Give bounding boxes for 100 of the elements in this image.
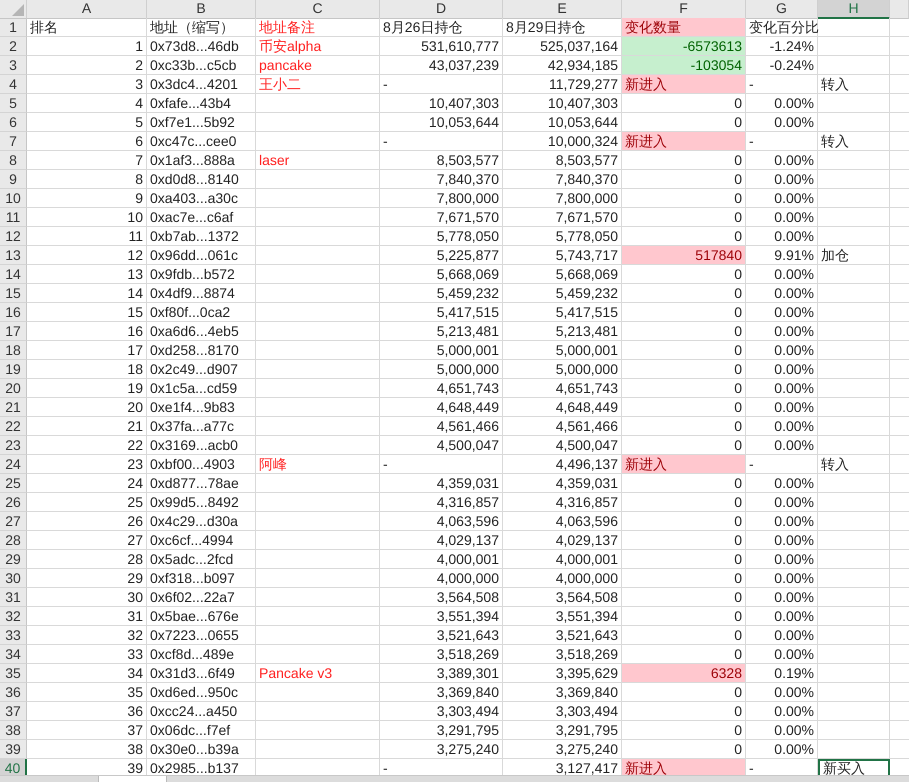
table-cell: 26 [27,512,147,531]
row-header[interactable]: 19 [0,360,27,379]
row-header[interactable]: 18 [0,341,27,360]
row-header[interactable]: 24 [0,455,27,474]
row-header[interactable]: 32 [0,607,27,626]
table-cell: 0 [622,151,746,170]
row-header[interactable]: 26 [0,493,27,512]
row-header[interactable]: 25 [0,474,27,493]
column-header[interactable] [890,0,909,19]
table-cell: 38 [27,740,147,759]
select-all-triangle-icon[interactable] [12,4,24,16]
table-cell[interactable]: 加仓 [818,246,890,265]
table-cell: 0x1af3...888a [147,151,256,170]
table-cell: 22 [27,436,147,455]
table-cell: 3,389,301 [380,664,503,683]
row-header[interactable]: 20 [0,379,27,398]
table-cell: 0.00% [746,550,818,569]
table-cell: - [746,75,818,94]
empty-cell [818,645,890,664]
row-header[interactable]: 39 [0,740,27,759]
row-header[interactable]: 13 [0,246,27,265]
table-cell: 0x73d8...46db [147,37,256,56]
table-cell: 3,564,508 [503,588,622,607]
column-header[interactable]: H [818,0,890,19]
table-cell: 0xe1f4...9b83 [147,398,256,417]
sheet-tab[interactable] [98,776,167,782]
row-header[interactable]: 1 [0,18,27,37]
table-cell: 4,000,001 [380,550,503,569]
table-cell: 0 [622,170,746,189]
row-header[interactable]: 7 [0,132,27,151]
table-cell: 0 [622,607,746,626]
table-cell: 14 [27,284,147,303]
row-header[interactable]: 10 [0,189,27,208]
row-header[interactable]: 6 [0,113,27,132]
table-cell: 0 [622,493,746,512]
row-header[interactable]: 22 [0,417,27,436]
column-header[interactable]: D [380,0,503,19]
table-cell[interactable]: 转入 [818,455,890,474]
row-header[interactable]: 5 [0,94,27,113]
column-header[interactable]: A [27,0,147,19]
row-header[interactable]: 34 [0,645,27,664]
empty-cell [818,512,890,531]
empty-cell [818,94,890,113]
table-cell: 3,518,269 [503,645,622,664]
table-cell: 5,213,481 [380,322,503,341]
row-header[interactable]: 31 [0,588,27,607]
row-header[interactable]: 12 [0,227,27,246]
row-header[interactable]: 27 [0,512,27,531]
row-header[interactable]: 4 [0,75,27,94]
row-header[interactable]: 11 [0,208,27,227]
row-header[interactable]: 35 [0,664,27,683]
empty-cell [818,493,890,512]
table-cell: 7,800,000 [503,189,622,208]
row-header[interactable]: 15 [0,284,27,303]
table-cell: 3,275,240 [380,740,503,759]
empty-cell [818,702,890,721]
table-cell: 0xc33b...c5cb [147,56,256,75]
row-header[interactable]: 36 [0,683,27,702]
row-header[interactable]: 30 [0,569,27,588]
table-cell: 0.00% [746,189,818,208]
table-cell: 25 [27,493,147,512]
row-header[interactable]: 28 [0,531,27,550]
row-header[interactable]: 40 [0,759,27,775]
table-cell: 0x31d3...6f49 [147,664,256,683]
row-header[interactable]: 33 [0,626,27,645]
table-cell: 0 [622,683,746,702]
table-cell: 9 [27,189,147,208]
row-header[interactable]: 29 [0,550,27,569]
table-cell: 4,029,137 [503,531,622,550]
row-header[interactable]: 23 [0,436,27,455]
row-header[interactable]: 8 [0,151,27,170]
row-header[interactable]: 14 [0,265,27,284]
column-header[interactable]: E [503,0,622,19]
row-header[interactable]: 9 [0,170,27,189]
row-header[interactable]: 17 [0,322,27,341]
table-cell: 币安alpha [256,37,380,56]
row-header[interactable]: 37 [0,702,27,721]
row-header[interactable]: 3 [0,56,27,75]
table-cell: 4,651,743 [380,379,503,398]
empty-cell [818,322,890,341]
table-cell: 0 [622,303,746,322]
table-cell[interactable]: 转入 [818,75,890,94]
table-cell: 8,503,577 [380,151,503,170]
table-cell: 4,648,449 [380,398,503,417]
table-cell: 0 [622,189,746,208]
table-cell: 0.00% [746,360,818,379]
table-cell: 15 [27,303,147,322]
row-header[interactable]: 21 [0,398,27,417]
table-cell: 5 [27,113,147,132]
table-cell: - [380,75,503,94]
column-header[interactable]: C [256,0,380,19]
row-header[interactable]: 2 [0,37,27,56]
table-cell: 0.00% [746,740,818,759]
table-cell[interactable]: 转入 [818,132,890,151]
table-cell: 0.00% [746,702,818,721]
row-header[interactable]: 16 [0,303,27,322]
table-cell: 18 [27,360,147,379]
row-header[interactable]: 38 [0,721,27,740]
table-cell: 7,671,570 [503,208,622,227]
column-header[interactable]: B [147,0,256,19]
